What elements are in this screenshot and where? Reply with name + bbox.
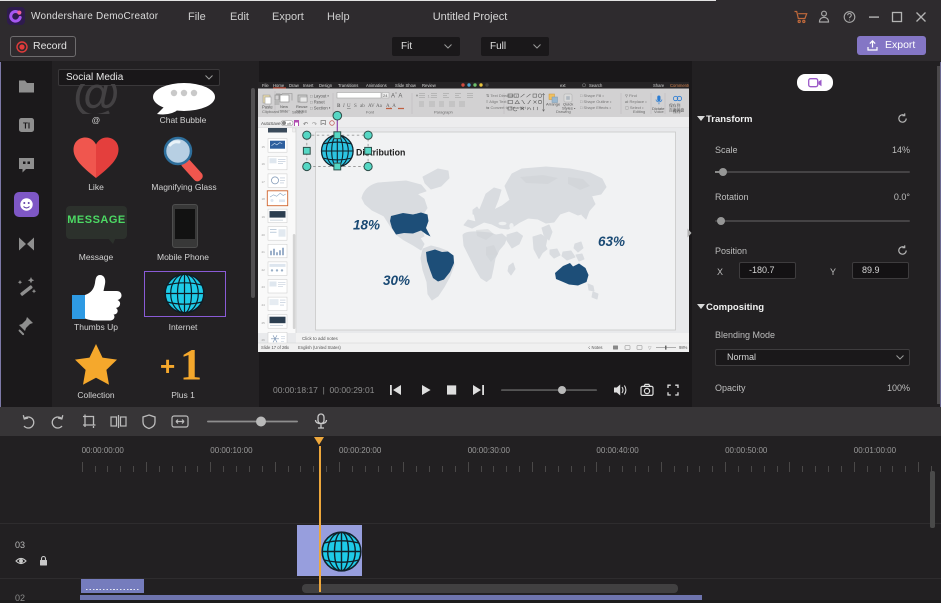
svg-text:AutoSave: AutoSave xyxy=(261,121,281,126)
svg-text:ext: ext xyxy=(560,83,566,88)
svg-text:Aa: Aa xyxy=(376,104,383,109)
svg-text:☇ Notes: ☇ Notes xyxy=(588,345,603,350)
svg-text:□ Shape Fill •: □ Shape Fill • xyxy=(580,93,604,98)
svg-text:ab: ab xyxy=(360,104,365,109)
svg-text:Animations: Animations xyxy=(366,83,387,88)
svg-text:1.: 1. xyxy=(428,94,431,99)
svg-text:▽: ▽ xyxy=(648,346,652,351)
svg-text:Aˆ A: Aˆ A xyxy=(391,94,402,100)
svg-text:Home: Home xyxy=(273,83,285,88)
svg-text:□ Shape Outline •: □ Shape Outline • xyxy=(580,99,612,104)
svg-text:Font: Font xyxy=(366,110,375,115)
svg-text:保存到: 保存到 xyxy=(669,103,681,108)
svg-text:Transitions: Transitions xyxy=(338,83,358,88)
svg-text:Click to add notes: Click to add notes xyxy=(302,336,339,341)
svg-text:⇅ Text Direction •: ⇅ Text Direction • xyxy=(486,93,518,98)
svg-text:21: 21 xyxy=(262,250,266,254)
svg-text:Paste: Paste xyxy=(262,105,273,110)
svg-text:30%: 30% xyxy=(383,273,410,288)
svg-text:18%: 18% xyxy=(353,218,380,233)
svg-text:AV: AV xyxy=(368,104,375,109)
svg-text:↷: ↷ xyxy=(312,121,317,128)
svg-text:Slideˇ: Slideˇ xyxy=(280,109,291,114)
svg-text:Draw: Draw xyxy=(289,83,300,88)
svg-text:Arrange: Arrange xyxy=(546,102,561,107)
svg-text:63%: 63% xyxy=(598,234,625,249)
svg-text:Clipboard: Clipboard xyxy=(262,109,279,114)
svg-text:▢ Select •: ▢ Select • xyxy=(625,105,644,110)
svg-text:Search: Search xyxy=(589,83,603,88)
svg-text:□ Reset: □ Reset xyxy=(310,100,325,105)
svg-text:16: 16 xyxy=(262,162,266,166)
svg-text:22: 22 xyxy=(262,268,266,272)
svg-text:≡ Align Text •: ≡ Align Text • xyxy=(486,99,510,104)
svg-text:□ Shape Effects •: □ Shape Effects • xyxy=(580,105,611,110)
svg-text:98%: 98% xyxy=(679,345,688,350)
svg-text:Dictate: Dictate xyxy=(652,106,665,111)
svg-text:off: off xyxy=(287,122,291,126)
svg-text:Design: Design xyxy=(319,83,333,88)
svg-text:Slides: Slides xyxy=(296,109,307,114)
svg-text:20: 20 xyxy=(262,233,266,237)
svg-text:17: 17 xyxy=(262,180,266,184)
svg-text:English (United States): English (United States) xyxy=(298,345,341,350)
svg-text:TI: TI xyxy=(23,122,30,131)
svg-text:Paragraph: Paragraph xyxy=(434,110,453,115)
svg-text:19: 19 xyxy=(262,215,266,219)
svg-text:23: 23 xyxy=(262,285,266,289)
svg-text:Comments: Comments xyxy=(670,83,689,88)
svg-text:25: 25 xyxy=(262,321,266,325)
svg-text:24: 24 xyxy=(383,93,388,98)
svg-text:15: 15 xyxy=(262,145,266,149)
svg-text:S: S xyxy=(354,104,357,109)
svg-text:U: U xyxy=(347,104,351,109)
svg-text:Aˌ A: Aˌ A xyxy=(386,104,396,109)
svg-text:Slide Show: Slide Show xyxy=(395,83,417,88)
svg-text:Review: Review xyxy=(422,83,437,88)
svg-text:Styles •: Styles • xyxy=(562,106,576,111)
svg-text:26: 26 xyxy=(262,338,266,342)
svg-text:Insert: Insert xyxy=(303,83,314,88)
svg-text:⇌ Replace •: ⇌ Replace • xyxy=(625,99,647,104)
svg-text:18: 18 xyxy=(262,197,266,201)
svg-text:File: File xyxy=(262,83,269,88)
svg-text:Share: Share xyxy=(653,83,665,88)
svg-text:⚲ Find: ⚲ Find xyxy=(625,93,637,98)
svg-text:24: 24 xyxy=(262,303,266,307)
svg-text:□ Layout •: □ Layout • xyxy=(310,94,329,99)
svg-text:百度网盘: 百度网盘 xyxy=(669,108,684,113)
svg-text:⇆ Convert to SmartArt •: ⇆ Convert to SmartArt • xyxy=(486,105,529,110)
svg-text:□ Section •: □ Section • xyxy=(310,106,331,111)
svg-text:I: I xyxy=(342,104,345,109)
svg-text:Slide 17 of 26: Slide 17 of 26 xyxy=(261,345,287,350)
svg-text:Distribution: Distribution xyxy=(356,148,405,158)
svg-text:↶: ↶ xyxy=(303,121,308,128)
